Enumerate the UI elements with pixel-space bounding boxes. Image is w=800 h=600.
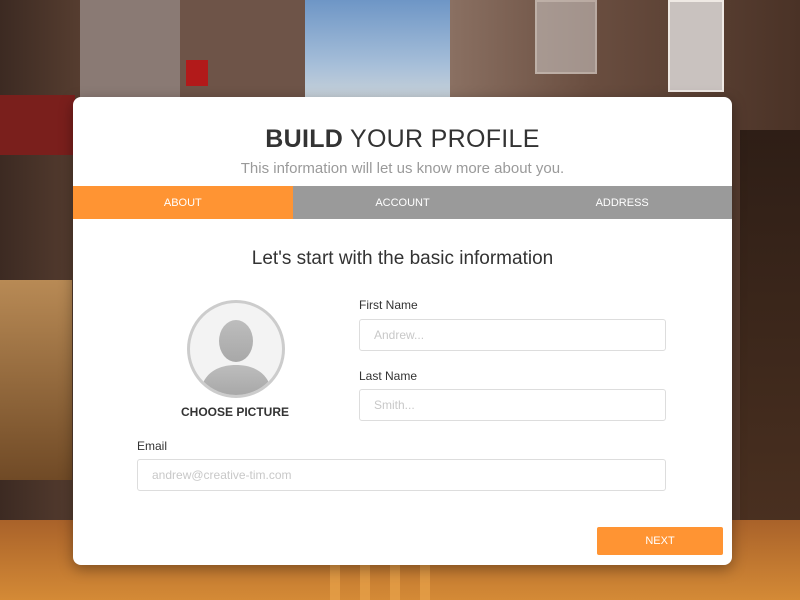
tab-address[interactable]: ADDRESS (512, 186, 732, 219)
left-shopfront (0, 280, 72, 480)
email-label: Email (137, 439, 168, 453)
red-sign (186, 60, 208, 86)
last-name-input[interactable] (359, 389, 666, 421)
window (535, 0, 597, 74)
email-input[interactable] (137, 459, 666, 491)
street-stripe (390, 560, 400, 600)
title-rest: YOUR PROFILE (343, 125, 540, 153)
wizard-subtitle: This information will let us know more a… (240, 160, 565, 177)
tab-about[interactable]: ABOUT (73, 186, 293, 219)
awning (0, 95, 75, 155)
tab-account[interactable]: ACCOUNT (293, 186, 513, 219)
street-stripe (360, 560, 370, 600)
next-button[interactable]: NEXT (597, 527, 723, 555)
avatar-picture[interactable] (187, 300, 285, 398)
first-name-label: First Name (359, 298, 418, 312)
left-mid-building (180, 0, 310, 110)
street-stripe (420, 560, 430, 600)
choose-picture-button[interactable]: CHOOSE PICTURE (164, 405, 306, 419)
right-shopfront (740, 130, 800, 530)
user-silhouette-icon (200, 320, 272, 395)
first-name-input[interactable] (359, 319, 666, 351)
street-stripe (330, 560, 340, 600)
sky (305, 0, 450, 110)
section-title: Let's start with the basic information (251, 248, 554, 269)
wizard-tabs: ABOUT ACCOUNT ADDRESS (73, 186, 732, 219)
window (668, 0, 724, 92)
wizard-card: BUILD YOUR PROFILE This information will… (73, 97, 732, 565)
last-name-label: Last Name (359, 369, 418, 383)
title-bold: BUILD (265, 125, 344, 153)
wizard-title: BUILD YOUR PROFILE (73, 125, 732, 154)
